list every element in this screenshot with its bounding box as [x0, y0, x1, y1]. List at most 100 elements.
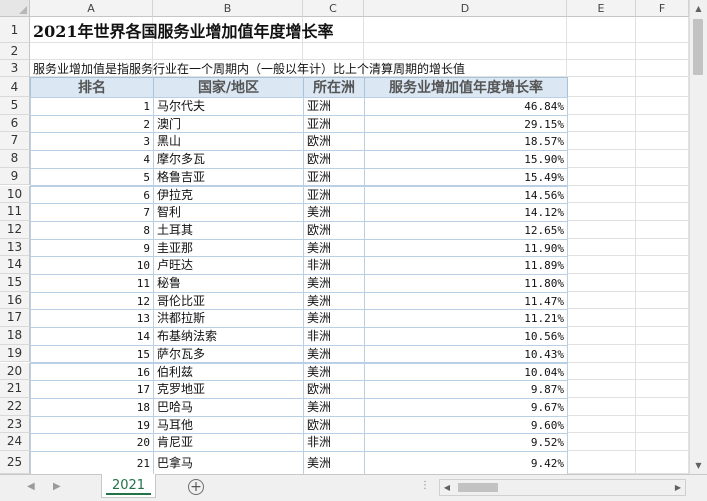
row-header-18[interactable]: 18 [0, 327, 30, 345]
row-header-20[interactable]: 20 [0, 362, 30, 381]
table-header-cell[interactable]: 所在洲 [303, 77, 365, 98]
row-header-12[interactable]: 12 [0, 220, 30, 239]
growth-rate-cell[interactable]: 10.04% [364, 362, 568, 382]
growth-rate-cell[interactable]: 11.80% [364, 274, 568, 293]
continent-cell[interactable]: 美洲 [303, 274, 365, 293]
country-cell[interactable]: 哥伦比亚 [153, 291, 304, 311]
country-cell[interactable]: 摩尔多瓦 [153, 150, 304, 169]
growth-rate-cell[interactable]: 18.57% [364, 132, 568, 152]
row-header-24[interactable]: 24 [0, 433, 30, 451]
horizontal-scroll-thumb[interactable] [458, 483, 498, 492]
rank-cell[interactable]: 15 [30, 344, 154, 364]
growth-rate-cell[interactable]: 11.21% [364, 309, 568, 329]
growth-rate-cell[interactable]: 11.89% [364, 256, 568, 275]
growth-rate-cell[interactable]: 9.52% [364, 433, 568, 452]
row-header-11[interactable]: 11 [0, 203, 30, 221]
row-header-7[interactable]: 7 [0, 132, 30, 151]
row-header-22[interactable]: 22 [0, 397, 30, 416]
continent-cell[interactable]: 亚洲 [303, 167, 365, 187]
row-header-25[interactable]: 25 [0, 451, 30, 474]
row-header-14[interactable]: 14 [0, 256, 30, 274]
rank-cell[interactable]: 14 [30, 327, 154, 346]
rank-cell[interactable]: 17 [30, 380, 154, 399]
country-cell[interactable]: 卢旺达 [153, 256, 304, 275]
spreadsheet-grid[interactable]: ABCDEF 1 2 3 4 5 6 7 8 9 10 11 12 13 14 15 16 17 18 19 20 21… [0, 0, 689, 474]
country-cell[interactable]: 黑山 [153, 132, 304, 152]
growth-rate-cell[interactable]: 11.90% [364, 238, 568, 258]
row-header-1[interactable]: 1 [0, 17, 30, 43]
table-header-cell[interactable]: 排名 [30, 77, 154, 98]
continent-cell[interactable]: 欧洲 [303, 150, 365, 169]
column-header-c[interactable]: C [303, 0, 364, 17]
row-header-4[interactable]: 4 [0, 77, 30, 97]
more-options-icon[interactable]: ⋮ [420, 480, 430, 491]
rank-cell[interactable]: 8 [30, 220, 154, 240]
country-cell[interactable]: 智利 [153, 203, 304, 222]
row-header-17[interactable]: 17 [0, 309, 30, 328]
column-header-d[interactable]: D [364, 0, 567, 17]
vertical-scrollbar[interactable]: ▲ ▼ [689, 0, 707, 474]
rank-cell[interactable]: 18 [30, 397, 154, 417]
country-cell[interactable]: 格鲁吉亚 [153, 167, 304, 187]
rank-cell[interactable]: 4 [30, 150, 154, 169]
continent-cell[interactable]: 亚洲 [303, 185, 365, 205]
arrow-right-icon[interactable]: ▶ [672, 480, 684, 495]
row-header-9[interactable]: 9 [0, 167, 30, 186]
chevron-right-icon[interactable]: ▶ [53, 481, 61, 492]
row-header-13[interactable]: 13 [0, 238, 30, 257]
growth-rate-cell[interactable]: 14.12% [364, 203, 568, 222]
continent-cell[interactable]: 欧洲 [303, 415, 365, 435]
country-cell[interactable]: 马耳他 [153, 415, 304, 435]
growth-rate-cell[interactable]: 9.42% [364, 451, 568, 474]
continent-cell[interactable]: 美洲 [303, 362, 365, 382]
rank-cell[interactable]: 7 [30, 203, 154, 222]
continent-cell[interactable]: 非洲 [303, 327, 365, 346]
rank-cell[interactable]: 6 [30, 185, 154, 205]
select-all-corner[interactable] [0, 0, 30, 17]
arrow-up-icon[interactable]: ▲ [691, 1, 706, 16]
rank-cell[interactable]: 12 [30, 291, 154, 311]
column-header-a[interactable]: A [30, 0, 153, 17]
country-cell[interactable]: 克罗地亚 [153, 380, 304, 399]
growth-rate-cell[interactable]: 15.49% [364, 167, 568, 187]
rank-cell[interactable]: 10 [30, 256, 154, 275]
arrow-left-icon[interactable]: ◀ [441, 480, 453, 495]
growth-rate-cell[interactable]: 14.56% [364, 185, 568, 205]
sheet-tab-2021[interactable]: 2021 [101, 474, 156, 498]
continent-cell[interactable]: 美洲 [303, 203, 365, 222]
growth-rate-cell[interactable]: 9.67% [364, 397, 568, 417]
continent-cell[interactable]: 美洲 [303, 397, 365, 417]
rank-cell[interactable]: 5 [30, 167, 154, 187]
growth-rate-cell[interactable]: 46.84% [364, 97, 568, 116]
rank-cell[interactable]: 19 [30, 415, 154, 435]
continent-cell[interactable]: 非洲 [303, 256, 365, 275]
row-header-8[interactable]: 8 [0, 150, 30, 168]
rank-cell[interactable]: 3 [30, 132, 154, 152]
rank-cell[interactable]: 13 [30, 309, 154, 329]
horizontal-scrollbar[interactable]: ◀ ▶ [439, 479, 686, 496]
rank-cell[interactable]: 20 [30, 433, 154, 452]
row-header-19[interactable]: 19 [0, 344, 30, 363]
continent-cell[interactable]: 美洲 [303, 344, 365, 364]
rank-cell[interactable]: 11 [30, 274, 154, 293]
country-cell[interactable]: 伯利兹 [153, 362, 304, 382]
continent-cell[interactable]: 欧洲 [303, 132, 365, 152]
continent-cell[interactable]: 美洲 [303, 309, 365, 329]
row-header-16[interactable]: 16 [0, 291, 30, 310]
country-cell[interactable]: 圭亚那 [153, 238, 304, 258]
rank-cell[interactable]: 1 [30, 97, 154, 116]
plus-circle-icon[interactable]: + [188, 479, 204, 495]
country-cell[interactable]: 肯尼亚 [153, 433, 304, 452]
rank-cell[interactable]: 16 [30, 362, 154, 382]
vertical-scroll-thumb[interactable] [693, 19, 703, 75]
row-header-15[interactable]: 15 [0, 274, 30, 292]
column-header-f[interactable]: F [636, 0, 689, 17]
growth-rate-cell[interactable]: 11.47% [364, 291, 568, 311]
row-header-6[interactable]: 6 [0, 114, 30, 133]
continent-cell[interactable]: 美洲 [303, 291, 365, 311]
growth-rate-cell[interactable]: 10.56% [364, 327, 568, 346]
rank-cell[interactable]: 9 [30, 238, 154, 258]
row-header-2[interactable]: 2 [0, 43, 30, 60]
country-cell[interactable]: 马尔代夫 [153, 97, 304, 116]
country-cell[interactable]: 巴拿马 [153, 451, 304, 474]
